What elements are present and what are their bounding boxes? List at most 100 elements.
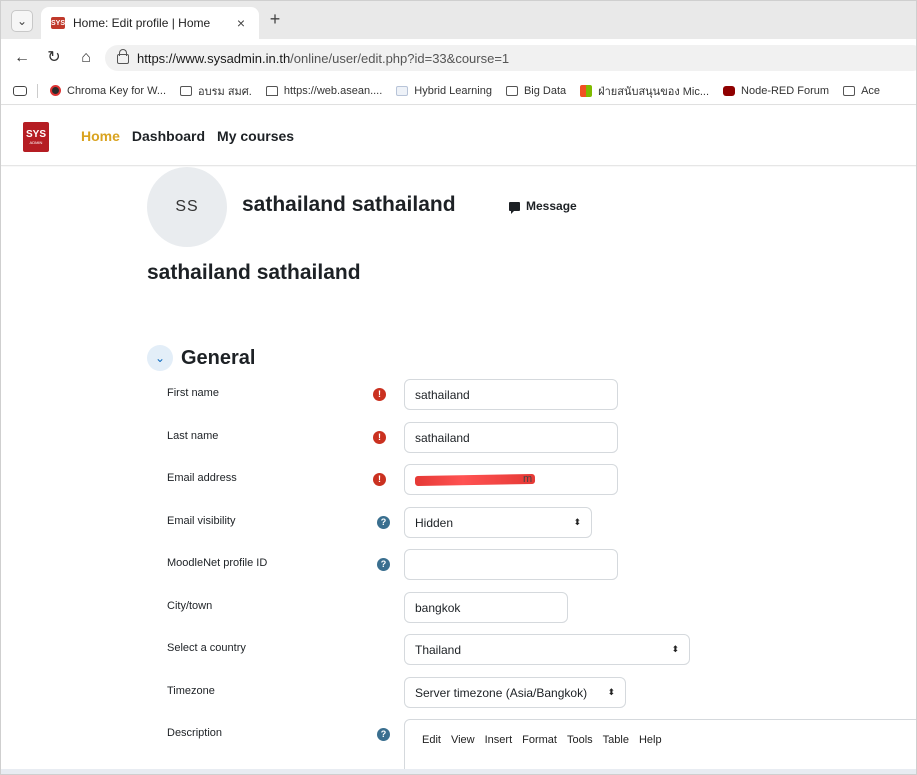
- first-name-field[interactable]: [404, 379, 618, 410]
- node-red-icon: [723, 85, 736, 96]
- address-bar-row: ← ↻ ⌂ https://www.sysadmin.in.th/online/…: [1, 39, 916, 77]
- editor-menu-view[interactable]: View: [451, 734, 475, 746]
- bookmark-label: Hybrid Learning: [414, 84, 492, 97]
- site-navbar: SYS ADMIN Home Dashboard My courses: [1, 106, 916, 166]
- nav-dashboard[interactable]: Dashboard: [132, 128, 205, 144]
- browser-window: ⌄ SYS Home: Edit profile | Home × + ← ↻ …: [0, 0, 917, 775]
- required-icon: !: [373, 473, 386, 486]
- section-general-header[interactable]: ⌄ General: [147, 345, 255, 371]
- message-icon: [509, 201, 520, 214]
- editor-menubar: Edit View Insert Format Tools Table Help: [405, 720, 916, 746]
- help-icon[interactable]: ?: [377, 728, 390, 741]
- bookmark-item[interactable]: Big Data: [505, 85, 566, 97]
- field-label: City/town: [167, 600, 213, 612]
- chevron-down-icon: ⌄: [16, 14, 28, 28]
- site-favicon-icon: SYS: [51, 17, 65, 29]
- close-tab-icon[interactable]: ×: [233, 15, 249, 31]
- editor-menu-tools[interactable]: Tools: [567, 734, 593, 746]
- home-icon[interactable]: ⌂: [77, 49, 95, 67]
- country-select[interactable]: Thailand ⬍: [404, 634, 690, 665]
- bookmark-item[interactable]: Ace: [843, 85, 880, 97]
- required-icon: !: [373, 431, 386, 444]
- bottom-scroll-strip: [1, 769, 916, 774]
- reload-icon[interactable]: ↻: [45, 49, 63, 67]
- email-visibility-select[interactable]: Hidden ⬍: [404, 507, 592, 538]
- bookmark-item[interactable]: https://web.asean....: [265, 84, 383, 97]
- site-logo[interactable]: SYS ADMIN: [23, 122, 49, 152]
- email-field[interactable]: m: [404, 464, 618, 495]
- last-name-field[interactable]: [404, 422, 618, 453]
- form-row-country: Select a country Thailand ⬍: [167, 634, 907, 666]
- bookmark-label: Node-RED Forum: [741, 84, 830, 97]
- tab-list-button[interactable]: ⌄: [11, 10, 33, 32]
- select-value: Thailand: [415, 642, 462, 657]
- section-title: General: [181, 346, 256, 369]
- logo-subtext: ADMIN: [29, 139, 43, 145]
- message-button[interactable]: Message: [509, 199, 577, 214]
- select-value: Hidden: [415, 515, 454, 530]
- moodlenet-profile-field[interactable]: [404, 549, 618, 580]
- folder-icon: [180, 85, 193, 96]
- form-row-city: City/town: [167, 592, 907, 624]
- editor-menu-format[interactable]: Format: [522, 734, 557, 746]
- form-row-timezone: Timezone Server timezone (Asia/Bangkok) …: [167, 677, 907, 709]
- form-row-first-name: First name !: [167, 379, 907, 411]
- nav-my-courses[interactable]: My courses: [217, 128, 294, 144]
- bookmark-label: Chroma Key for W...: [67, 84, 167, 97]
- address-bar[interactable]: https://www.sysadmin.in.th/online/user/e…: [105, 45, 916, 71]
- form-row-last-name: Last name !: [167, 422, 907, 454]
- bookmarks-divider: [37, 83, 38, 98]
- chroma-icon: [50, 85, 61, 96]
- bookmark-label: อบรม สมศ.: [198, 85, 252, 98]
- bookmarks-bar: Chroma Key for W... อบรม สมศ. https://we…: [1, 77, 916, 105]
- bookmark-item[interactable]: Chroma Key for W...: [50, 85, 166, 97]
- url-text: https://www.sysadmin.in.th/online/user/e…: [137, 51, 509, 66]
- tab-search-icon[interactable]: [13, 85, 27, 96]
- editor-menu-edit[interactable]: Edit: [422, 734, 441, 746]
- page-content: SS sathailand sathailand Message sathail…: [1, 167, 916, 774]
- field-label: First name: [167, 387, 219, 399]
- form-row-moodlenet: MoodleNet profile ID ?: [167, 549, 907, 581]
- field-label: Email visibility: [167, 515, 236, 527]
- field-label: Last name: [167, 430, 219, 442]
- timezone-select[interactable]: Server timezone (Asia/Bangkok) ⬍: [404, 677, 626, 708]
- new-tab-button[interactable]: +: [265, 9, 285, 29]
- home-icon: [265, 85, 278, 96]
- primary-navigation: Home Dashboard My courses: [81, 128, 294, 144]
- required-icon: !: [373, 388, 386, 401]
- form-row-email: Email address ! m: [167, 464, 907, 496]
- description-editor[interactable]: Edit View Insert Format Tools Table Help: [404, 719, 916, 774]
- lock-icon: [117, 49, 129, 64]
- bookmark-item[interactable]: Hybrid Learning: [396, 85, 492, 97]
- avatar: SS: [147, 167, 227, 247]
- back-arrow-icon[interactable]: ←: [13, 49, 31, 67]
- bookmark-item[interactable]: อบรม สมศ.: [180, 82, 252, 100]
- browser-tab[interactable]: SYS Home: Edit profile | Home ×: [41, 7, 259, 39]
- editor-menu-insert[interactable]: Insert: [485, 734, 513, 746]
- editor-menu-help[interactable]: Help: [639, 734, 662, 746]
- select-caret-icon: ⬍: [671, 644, 679, 654]
- tab-title: Home: Edit profile | Home: [73, 16, 211, 30]
- nav-home[interactable]: Home: [81, 128, 120, 144]
- tab-strip: ⌄ SYS Home: Edit profile | Home × +: [1, 1, 916, 39]
- help-icon[interactable]: ?: [377, 516, 390, 529]
- select-caret-icon: ⬍: [607, 687, 615, 697]
- folder-icon: [505, 85, 518, 96]
- form-row-email-visibility: Email visibility ? Hidden ⬍: [167, 507, 907, 539]
- help-icon[interactable]: ?: [377, 558, 390, 571]
- logo-text: SYS: [25, 128, 46, 140]
- user-full-name: sathailand sathailand: [242, 193, 456, 216]
- bookmark-label: Ace: [861, 84, 881, 97]
- editor-menu-table[interactable]: Table: [603, 734, 629, 746]
- bookmark-item[interactable]: Node-RED Forum: [723, 85, 829, 97]
- select-value: Server timezone (Asia/Bangkok): [415, 685, 588, 700]
- url-path: /online/user/edit.php?id=33&course=1: [290, 50, 510, 66]
- field-label: Description: [167, 727, 223, 739]
- message-label: Message: [526, 199, 577, 213]
- city-field[interactable]: [404, 592, 568, 623]
- bookmark-item[interactable]: ฝ่ายสนับสนุนของ Mic...: [580, 82, 709, 100]
- bookmark-label: https://web.asean....: [283, 84, 383, 97]
- field-label: Timezone: [167, 685, 215, 697]
- chevron-down-icon[interactable]: ⌄: [147, 345, 173, 371]
- form-row-description: Description ? Edit View Insert Format To…: [167, 719, 916, 774]
